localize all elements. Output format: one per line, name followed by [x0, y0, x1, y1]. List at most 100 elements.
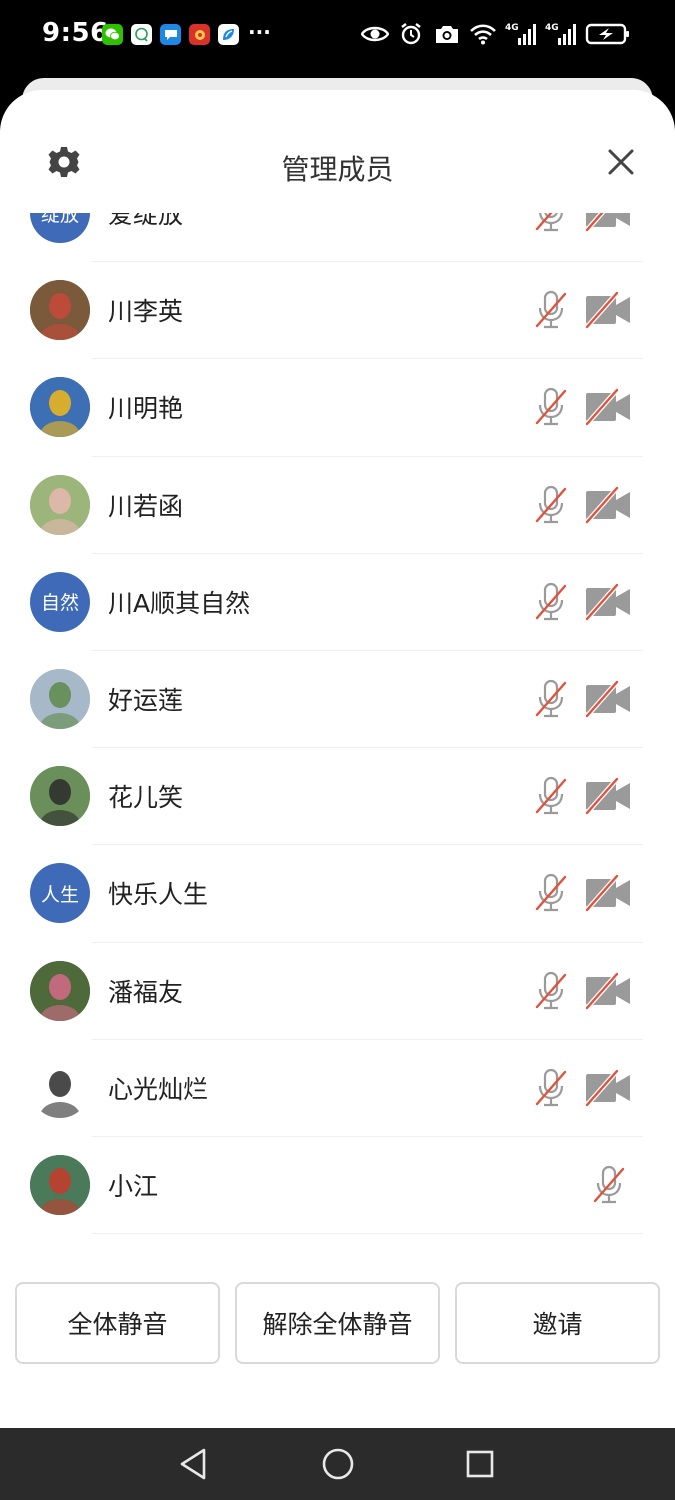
- wifi-icon: [469, 20, 497, 48]
- close-button[interactable]: [604, 145, 638, 179]
- member-row[interactable]: 花儿笑: [0, 748, 675, 846]
- avatar-photo: [30, 474, 90, 535]
- mic-muted-icon[interactable]: [532, 677, 570, 721]
- member-name: 川若函: [108, 491, 184, 521]
- status-time: 9:56: [42, 18, 109, 48]
- avatar: [30, 766, 90, 827]
- member-name: 川A顺其自然: [108, 588, 251, 618]
- avatar: [30, 377, 90, 438]
- camera-off-icon[interactable]: [584, 971, 632, 1011]
- battery-charging-icon: [585, 20, 631, 48]
- member-name: 潘福友: [108, 977, 184, 1007]
- avatar-text: 自然: [40, 592, 79, 615]
- member-row[interactable]: 川明艳: [0, 359, 675, 457]
- camera-off-icon[interactable]: [584, 290, 632, 330]
- avatar: [30, 668, 90, 729]
- avatar-text: 人生: [40, 883, 79, 906]
- unmute-all-button[interactable]: 解除全体静音: [235, 1282, 440, 1364]
- camera-off-icon[interactable]: [584, 582, 632, 622]
- avatar-photo: [30, 280, 90, 341]
- camera-off-icon[interactable]: [584, 387, 632, 427]
- member-row[interactable]: 绽放 爱绽放: [0, 213, 675, 263]
- mic-muted-icon[interactable]: [590, 1163, 628, 1207]
- navigation-bar: [0, 1428, 675, 1500]
- mic-muted-icon[interactable]: [532, 1066, 570, 1110]
- mic-muted-icon[interactable]: [532, 969, 570, 1013]
- avatar: [30, 280, 90, 341]
- message-icon: [160, 24, 181, 45]
- sheet-header: 管理成员: [0, 90, 675, 220]
- bottom-actions: 全体静音 解除全体静音 邀请: [0, 1282, 675, 1364]
- notification-app-icons: [102, 24, 239, 45]
- circle-home-icon: [322, 1448, 354, 1480]
- eye-icon: [361, 20, 389, 48]
- home-button[interactable]: [320, 1446, 356, 1482]
- close-icon: [608, 149, 634, 175]
- page-title: 管理成员: [281, 153, 394, 186]
- member-row[interactable]: 好运莲: [0, 651, 675, 749]
- camera-icon: [433, 20, 461, 48]
- svg-text:4G: 4G: [545, 23, 559, 33]
- member-name: 川李英: [108, 297, 184, 327]
- member-name: 花儿笑: [108, 783, 184, 813]
- member-row[interactable]: 川李英: [0, 262, 675, 360]
- member-row[interactable]: 川若函: [0, 457, 675, 554]
- manage-members-sheet: 管理成员 绽放 爱绽放川李英川明艳川若函自然 川A顺其自然 好运莲花儿笑人生 快乐人生潘…: [0, 90, 675, 1428]
- recents-button[interactable]: [462, 1446, 498, 1482]
- camera-off-icon[interactable]: [584, 776, 632, 816]
- mic-muted-icon[interactable]: [532, 385, 570, 429]
- avatar-photo: [30, 766, 90, 827]
- camera-off-icon[interactable]: [584, 485, 632, 525]
- avatar: [30, 1057, 90, 1118]
- wechat-icon: [102, 24, 123, 45]
- avatar-photo: [30, 668, 90, 729]
- more-notifications-indicator: ···: [248, 20, 271, 44]
- system-status-icons: 4G 4G: [361, 20, 631, 48]
- avatar-photo: [30, 1057, 90, 1118]
- camera-off-icon[interactable]: [584, 213, 632, 233]
- member-name: 心光灿烂: [108, 1074, 209, 1104]
- camera-off-icon[interactable]: [584, 873, 632, 913]
- member-name: 快乐人生: [108, 880, 209, 910]
- mic-muted-icon[interactable]: [532, 483, 570, 527]
- member-row[interactable]: 心光灿烂: [0, 1040, 675, 1138]
- square-recents-icon: [466, 1450, 494, 1478]
- member-row[interactable]: 自然 川A顺其自然: [0, 554, 675, 652]
- back-button[interactable]: [176, 1446, 212, 1482]
- avatar: [30, 1154, 90, 1215]
- avatar: 自然: [30, 571, 90, 632]
- avatar-photo: [30, 960, 90, 1021]
- member-name: 小江: [108, 1171, 159, 1201]
- signal-4g-icon: 4G: [545, 20, 577, 48]
- signal-4g-icon: 4G: [505, 20, 537, 48]
- member-row[interactable]: 小江: [0, 1137, 675, 1235]
- mic-muted-icon[interactable]: [532, 871, 570, 915]
- mic-muted-icon[interactable]: [532, 288, 570, 332]
- avatar: 绽放: [30, 213, 90, 243]
- app-blue-icon: [218, 24, 239, 45]
- chat-icon: [131, 24, 152, 45]
- member-name: 爱绽放: [108, 213, 184, 229]
- triangle-back-icon: [180, 1448, 206, 1480]
- svg-text:4G: 4G: [505, 23, 519, 33]
- camera-off-icon[interactable]: [584, 679, 632, 719]
- avatar: 人生: [30, 863, 90, 924]
- status-bar: 9:56 ··· 4G 4G: [0, 0, 675, 72]
- mic-muted-icon[interactable]: [532, 774, 570, 818]
- mic-muted-icon[interactable]: [532, 580, 570, 624]
- member-name: 好运莲: [108, 685, 184, 715]
- member-row[interactable]: 潘福友: [0, 943, 675, 1040]
- app-red-icon: [189, 24, 210, 45]
- camera-off-icon[interactable]: [584, 1068, 632, 1108]
- avatar-photo: [30, 377, 90, 438]
- mute-all-button[interactable]: 全体静音: [15, 1282, 220, 1364]
- member-row[interactable]: 人生 快乐人生: [0, 845, 675, 943]
- avatar: [30, 474, 90, 535]
- mic-muted-icon[interactable]: [532, 213, 570, 235]
- invite-button[interactable]: 邀请: [455, 1282, 660, 1364]
- member-name: 川明艳: [108, 394, 184, 424]
- alarm-icon: [397, 20, 425, 48]
- member-list[interactable]: 绽放 爱绽放川李英川明艳川若函自然 川A顺其自然 好运莲花儿笑人生 快乐人生潘福友心光灿…: [0, 213, 675, 1253]
- member-list-content: 绽放 爱绽放川李英川明艳川若函自然 川A顺其自然 好运莲花儿笑人生 快乐人生潘福友心光灿…: [0, 213, 675, 1235]
- avatar-photo: [30, 1154, 90, 1215]
